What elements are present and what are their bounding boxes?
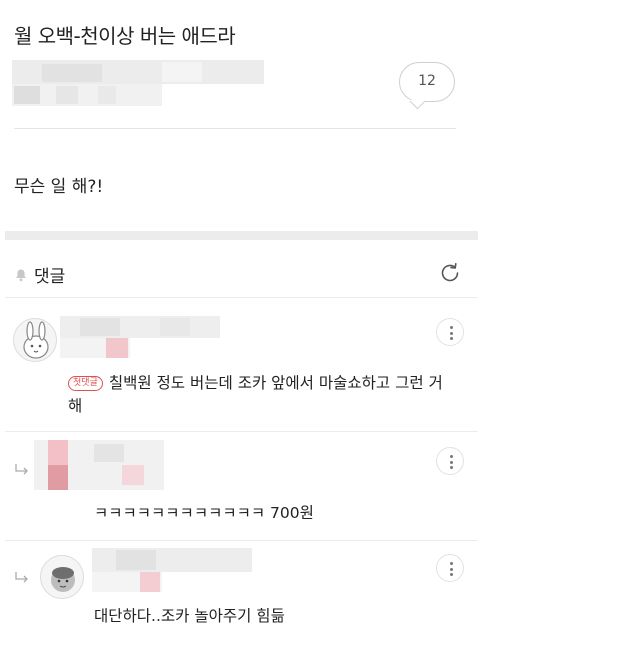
more-options-button[interactable] — [436, 447, 464, 475]
divider — [5, 431, 478, 432]
reply-arrow-icon — [15, 572, 28, 583]
comments-header-label: 댓글 — [34, 267, 66, 287]
section-divider — [5, 231, 478, 240]
comment-count: 12 — [418, 73, 436, 89]
post-detail-panel: 월 오백-천이상 버는 애드라 12 무슨 일 해?! 댓글 첫댓글 칠백원 정… — [0, 0, 478, 655]
post-title: 월 오백-천이상 버는 애드라 — [14, 24, 236, 48]
divider — [5, 297, 478, 298]
comment-text: 대단하다..조카 놀아주기 힘듦 — [94, 607, 285, 625]
avatar[interactable] — [13, 318, 57, 362]
divider — [5, 540, 478, 541]
blurred-author-meta — [12, 60, 264, 108]
first-comment-badge: 첫댓글 — [68, 376, 103, 391]
bunny-avatar-icon — [23, 321, 49, 359]
more-options-button[interactable] — [436, 318, 464, 346]
blurred-avatar-username — [34, 440, 164, 490]
bell-icon[interactable] — [14, 268, 28, 282]
comment-count-bubble[interactable]: 12 — [399, 62, 455, 102]
comment-body: 칠백원 정도 버는데 조카 앞에서 마술쇼하고 그런 거 해 — [68, 374, 443, 415]
post-body: 무슨 일 해?! — [14, 177, 104, 197]
comment-text: 첫댓글 칠백원 정도 버는데 조카 앞에서 마술쇼하고 그런 거 해 — [68, 372, 458, 418]
blurred-username — [60, 316, 220, 360]
avatar[interactable] — [40, 555, 84, 599]
comments-header: 댓글 — [14, 262, 65, 287]
refresh-icon[interactable] — [438, 261, 462, 285]
blurred-username — [92, 548, 252, 594]
comment-text: ㅋㅋㅋㅋㅋㅋㅋㅋㅋㅋㅋㅋ 700원 — [94, 504, 314, 522]
reply-arrow-icon — [15, 464, 28, 475]
character-avatar-icon — [51, 567, 75, 592]
more-options-button[interactable] — [436, 554, 464, 582]
divider — [14, 128, 456, 129]
